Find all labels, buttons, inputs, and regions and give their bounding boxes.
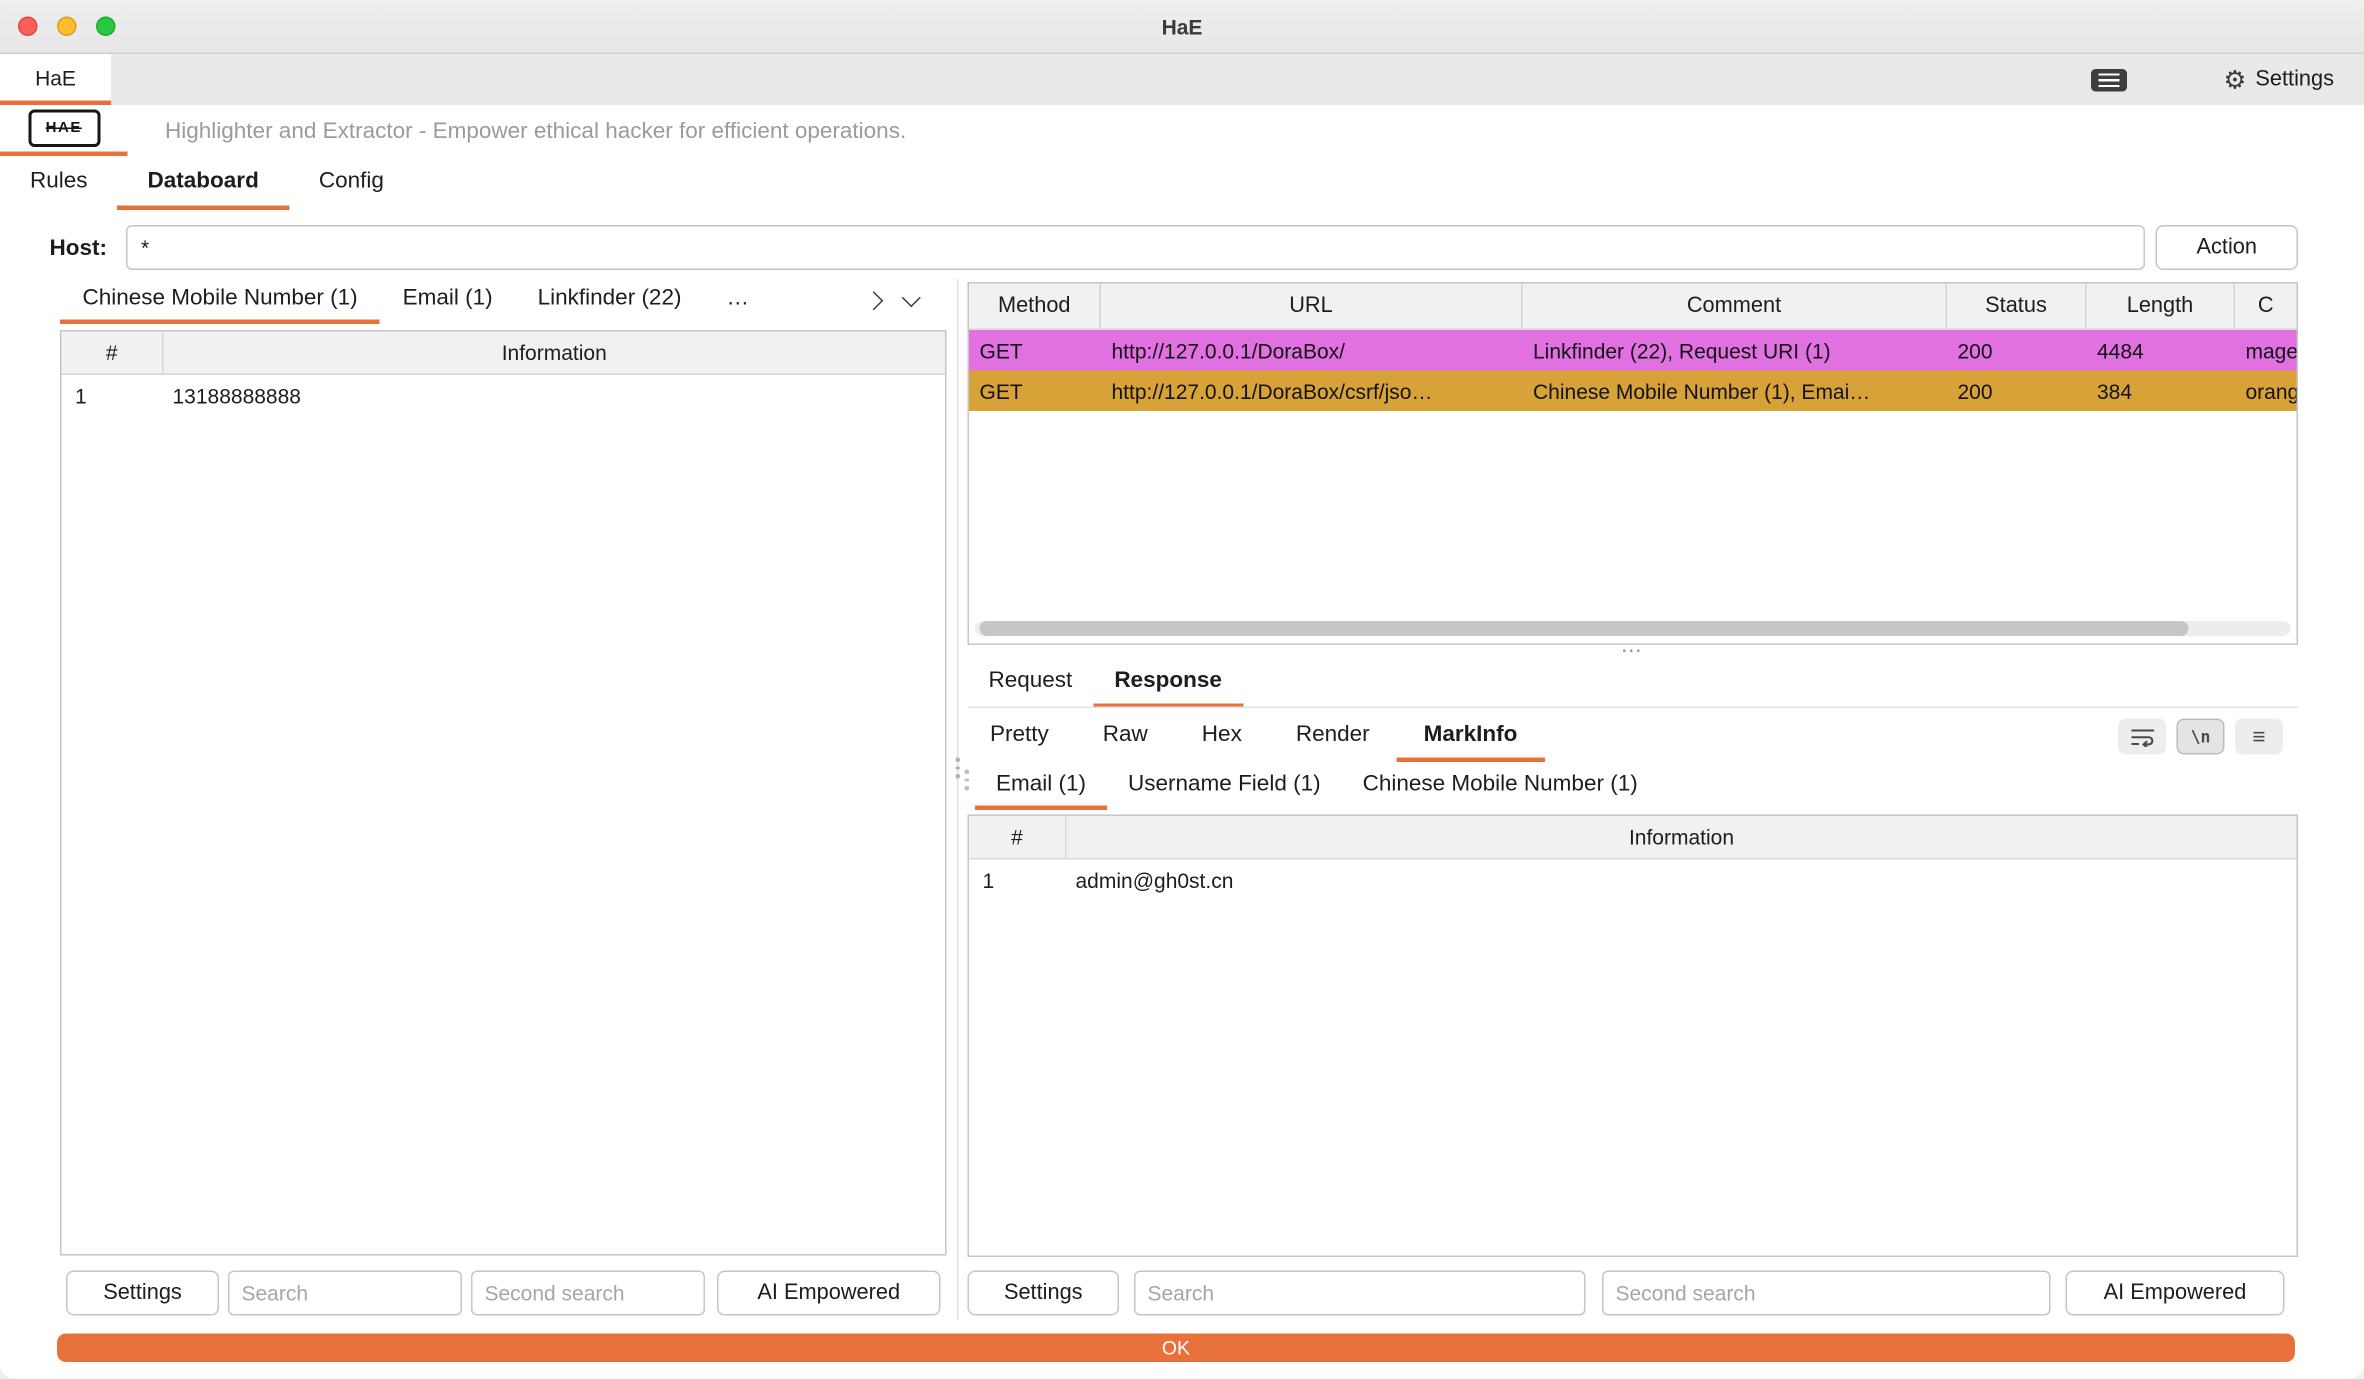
nav-tabs: Rules Databoard Config bbox=[0, 156, 414, 210]
editor-tabs: Pretty Raw Hex Render MarkInfo bbox=[968, 711, 1545, 762]
col-comment[interactable]: Comment bbox=[1523, 284, 1948, 329]
col-url[interactable]: URL bbox=[1101, 284, 1523, 329]
tab-hex[interactable]: Hex bbox=[1175, 711, 1269, 762]
menu-icon-lines bbox=[2099, 74, 2120, 88]
tab-render[interactable]: Render bbox=[1269, 711, 1397, 762]
left-ai-empowered-button[interactable]: AI Empowered bbox=[717, 1271, 941, 1316]
tab-hae-logo[interactable]: HAE bbox=[0, 105, 128, 156]
left-tab-arrows bbox=[867, 276, 918, 324]
col-method[interactable]: Method bbox=[969, 284, 1101, 329]
tab-response[interactable]: Response bbox=[1093, 657, 1243, 708]
horizontal-scrollbar-thumb[interactable] bbox=[980, 621, 2189, 636]
row-information: 13188888888 bbox=[164, 375, 946, 417]
word-wrap-icon[interactable] bbox=[2118, 719, 2166, 755]
settings-label: Settings bbox=[2255, 68, 2334, 92]
markinfo-splitter-handle[interactable] bbox=[965, 770, 969, 790]
left-col-information: Information bbox=[164, 332, 946, 374]
col-color[interactable]: C bbox=[2235, 284, 2297, 329]
viewer-separator bbox=[968, 707, 2299, 709]
editor-menu-icon[interactable]: ≡ bbox=[2235, 719, 2283, 755]
host-label: Host: bbox=[50, 219, 107, 276]
cell-method: GET bbox=[969, 330, 1101, 371]
row-index: 1 bbox=[62, 375, 164, 417]
left-settings-button[interactable]: Settings bbox=[66, 1271, 219, 1316]
tab-markinfo[interactable]: MarkInfo bbox=[1397, 711, 1545, 762]
tab-markinfo-email[interactable]: Email (1) bbox=[975, 762, 1107, 810]
tab-pretty[interactable]: Pretty bbox=[968, 711, 1076, 762]
cell-color: magenta bbox=[2235, 330, 2297, 371]
next-tab-icon[interactable] bbox=[864, 290, 883, 309]
tab-databoard[interactable]: Databoard bbox=[118, 156, 289, 210]
right-second-search-input[interactable] bbox=[1602, 1271, 2051, 1316]
tab-markinfo-username-field[interactable]: Username Field (1) bbox=[1107, 762, 1342, 810]
col-length[interactable]: Length bbox=[2087, 284, 2236, 329]
tab-config[interactable]: Config bbox=[289, 156, 414, 210]
menu-icon[interactable] bbox=[2091, 69, 2127, 92]
cell-status: 200 bbox=[1947, 330, 2087, 371]
window-title: HaE bbox=[0, 0, 2364, 54]
tab-request[interactable]: Request bbox=[968, 657, 1094, 708]
row-index: 1 bbox=[969, 860, 1067, 902]
cell-url: http://127.0.0.1/DoraBox/ bbox=[1101, 330, 1523, 371]
tab-list-icon[interactable] bbox=[902, 287, 921, 306]
cell-length: 384 bbox=[2087, 371, 2236, 412]
left-info-table: # Information 1 13188888888 bbox=[60, 330, 947, 1256]
markinfo-col-information: Information bbox=[1067, 816, 2297, 858]
left-col-index: # bbox=[62, 332, 164, 374]
show-newlines-icon[interactable]: \n bbox=[2177, 719, 2225, 755]
tab-markinfo-chinese-mobile[interactable]: Chinese Mobile Number (1) bbox=[1342, 762, 1659, 810]
right-settings-button[interactable]: Settings bbox=[968, 1271, 1120, 1316]
cell-status: 200 bbox=[1947, 371, 2087, 412]
ok-status-bar[interactable]: OK bbox=[57, 1334, 2295, 1363]
horizontal-splitter-handle[interactable]: ⋯ bbox=[1602, 639, 1662, 660]
cell-method: GET bbox=[969, 371, 1101, 412]
gear-icon: ⚙ bbox=[2224, 67, 2247, 93]
markinfo-info-table: # Information 1 admin@gh0st.cn bbox=[968, 815, 2299, 1258]
cell-comment: Chinese Mobile Number (1), Emai… bbox=[1523, 371, 1948, 412]
panel-splitter-handle[interactable] bbox=[953, 758, 964, 778]
tab-chinese-mobile-number[interactable]: Chinese Mobile Number (1) bbox=[60, 276, 380, 324]
extension-header: HAE Highlighter and Extractor - Empower … bbox=[0, 105, 2364, 156]
cell-color: orange bbox=[2235, 371, 2297, 412]
cell-url: http://127.0.0.1/DoraBox/csrf/jso… bbox=[1101, 371, 1523, 412]
tab-email[interactable]: Email (1) bbox=[380, 276, 515, 324]
left-data-tabs: Chinese Mobile Number (1) Email (1) Link… bbox=[60, 276, 771, 324]
request-row[interactable]: GET http://127.0.0.1/DoraBox/csrf/jso… C… bbox=[969, 371, 2297, 412]
panel-divider bbox=[957, 279, 959, 1320]
right-ai-empowered-button[interactable]: AI Empowered bbox=[2066, 1271, 2285, 1316]
table-row[interactable]: 1 admin@gh0st.cn bbox=[969, 860, 2297, 902]
requests-table: Method URL Comment Status Length C GET h… bbox=[968, 282, 2299, 645]
tab-linkfinder[interactable]: Linkfinder (22) bbox=[515, 276, 704, 324]
tab-more-ellipsis[interactable]: … bbox=[704, 276, 772, 324]
right-search-input[interactable] bbox=[1134, 1271, 1586, 1316]
host-input[interactable] bbox=[126, 225, 2145, 270]
markinfo-tabs: Email (1) Username Field (1) Chinese Mob… bbox=[975, 762, 1659, 810]
action-button[interactable]: Action bbox=[2156, 225, 2299, 270]
extension-subtitle: Highlighter and Extractor - Empower ethi… bbox=[165, 105, 906, 156]
settings-button[interactable]: ⚙ Settings bbox=[2224, 54, 2334, 105]
main-tabbar: HaE ⚙ Settings bbox=[0, 54, 2364, 105]
tab-hae[interactable]: HaE bbox=[0, 54, 111, 105]
cell-comment: Linkfinder (22), Request URI (1) bbox=[1523, 330, 1948, 371]
tab-rules[interactable]: Rules bbox=[0, 156, 118, 210]
hamburger-glyph: ≡ bbox=[2252, 724, 2265, 750]
left-second-search-input[interactable] bbox=[471, 1271, 705, 1316]
editor-icon-buttons: \n ≡ bbox=[2118, 719, 2283, 755]
viewer-tabs: Request Response bbox=[968, 657, 1243, 708]
newline-glyph: \n bbox=[2191, 727, 2211, 747]
tab-raw[interactable]: Raw bbox=[1076, 711, 1175, 762]
row-information: admin@gh0st.cn bbox=[1067, 860, 2297, 902]
hae-logo-icon: HAE bbox=[28, 110, 100, 148]
table-row[interactable]: 1 13188888888 bbox=[62, 375, 946, 417]
cell-length: 4484 bbox=[2087, 330, 2236, 371]
request-row[interactable]: GET http://127.0.0.1/DoraBox/ Linkfinder… bbox=[969, 330, 2297, 371]
titlebar: HaE bbox=[0, 0, 2364, 54]
left-search-input[interactable] bbox=[228, 1271, 462, 1316]
markinfo-col-index: # bbox=[969, 816, 1067, 858]
markinfo-table-header: # Information bbox=[969, 816, 2297, 860]
hae-window: HaE HaE ⚙ Settings HAE Highlighter and E… bbox=[0, 0, 2364, 1379]
left-table-header: # Information bbox=[62, 332, 946, 376]
requests-table-header: Method URL Comment Status Length C bbox=[969, 284, 2297, 331]
col-status[interactable]: Status bbox=[1947, 284, 2087, 329]
